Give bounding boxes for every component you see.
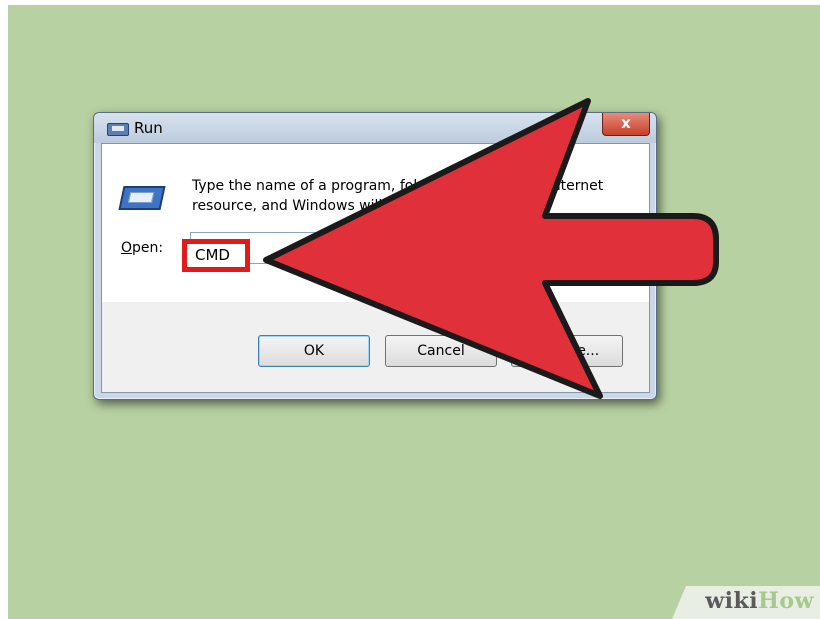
watermark-text: wikiHow — [705, 588, 814, 614]
watermark-how: How — [758, 588, 814, 614]
red-arrow-annotation — [263, 98, 719, 399]
arrow-shape — [263, 98, 719, 399]
wikihow-watermark: wikiHow — [672, 586, 820, 619]
watermark-wiki: wiki — [705, 588, 759, 614]
